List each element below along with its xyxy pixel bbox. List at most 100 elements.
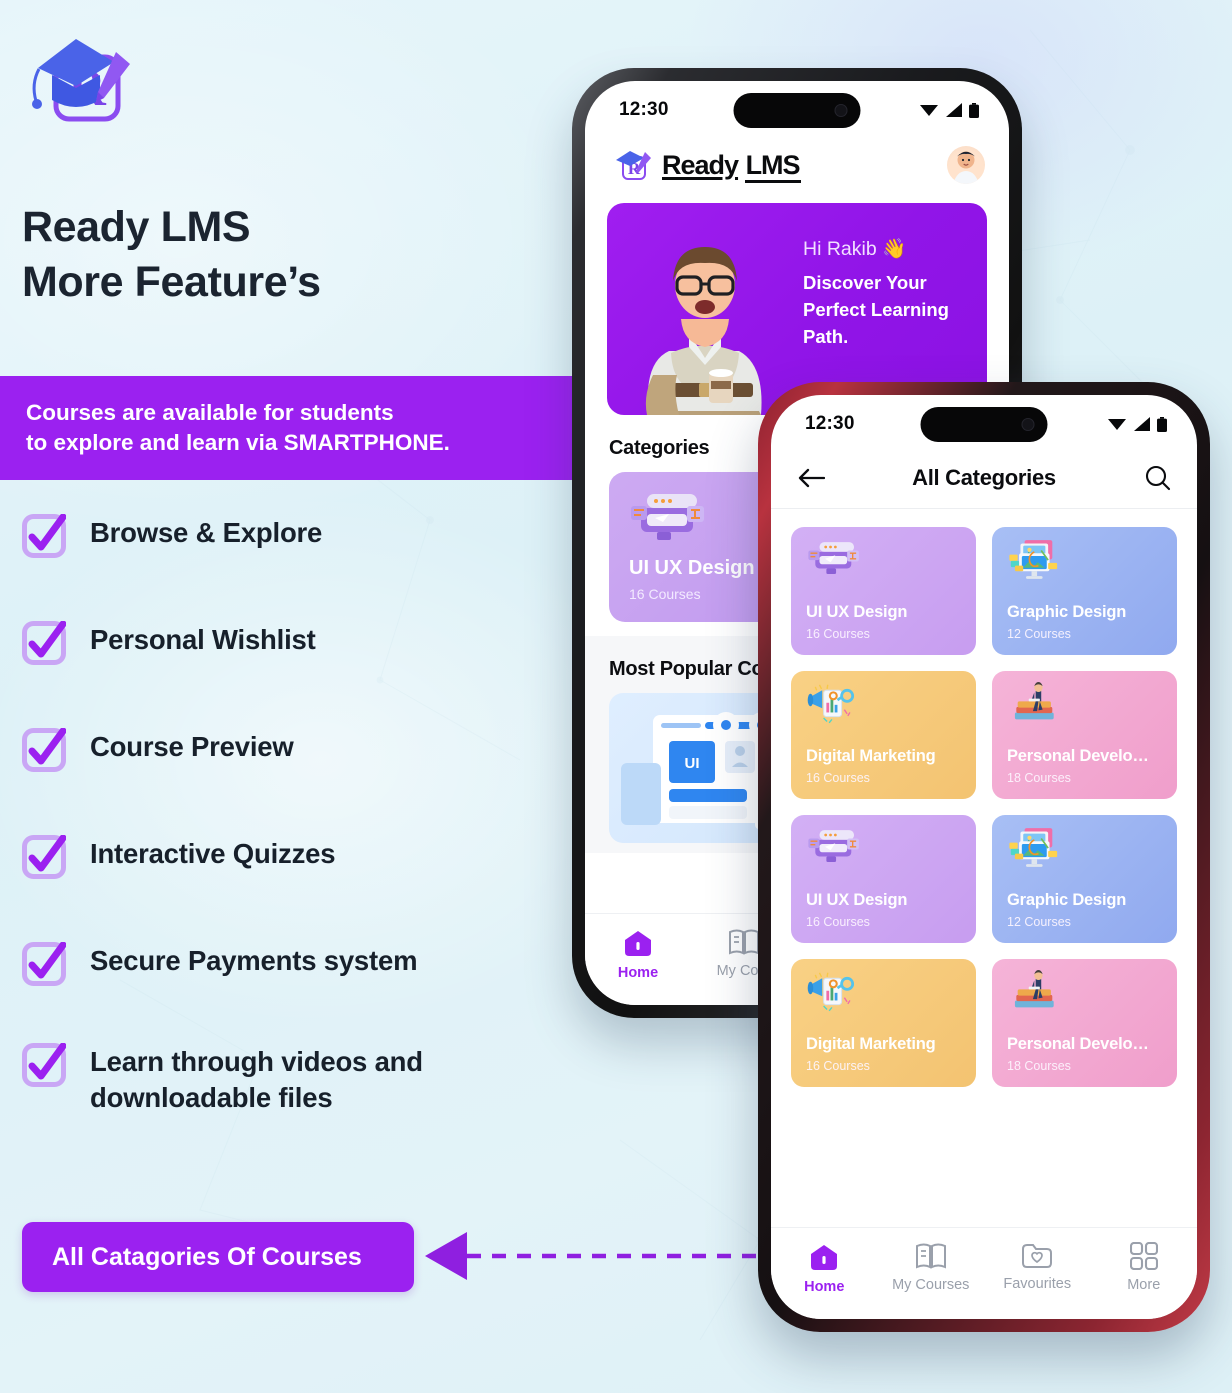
category-card-count: 12 Courses [1007,915,1071,929]
tab-favourites[interactable]: Favourites [984,1242,1091,1292]
status-icons [920,102,979,118]
personal-development-icon [1008,682,1062,732]
phone-screen-categories: 12:30 All Categories UI UX Design 16 Cou… [771,395,1197,1319]
checkbox-checked-icon [22,834,67,879]
feature-label: Secure Payments system [90,940,418,979]
digital-marketing-icon [807,684,855,724]
category-card-name: Digital Marketing [806,1035,936,1053]
checkbox-checked-icon [22,620,67,665]
category-card-name: UI UX Design [806,603,908,621]
bottom-tab-bar: Home My Courses Favourites More [771,1227,1197,1319]
category-card[interactable]: Digital Marketing 16 Courses [791,671,976,799]
feature-item: Personal Wishlist [22,619,582,665]
feature-label-line-1: Course Preview [90,731,294,762]
avatar-face-icon [953,151,979,184]
checkbox-checked-icon [22,1042,67,1087]
graphic-design-icon [1008,538,1062,588]
tab-home[interactable]: Home [771,1242,878,1295]
tab-more[interactable]: More [1091,1242,1198,1293]
feature-label: Learn through videos and downloadable fi… [90,1041,423,1116]
category-card-name: Graphic Design [1007,891,1127,909]
subtitle-banner: Courses are available for students to ex… [0,376,572,480]
grid-icon [1129,1242,1158,1270]
signal-icon [946,103,962,117]
all-categories-cta-button[interactable]: All Catagories Of Courses [22,1222,414,1292]
category-card-name: Personal Develo… [1007,1035,1149,1053]
ready-lms-logo-icon: R [32,39,130,122]
user-avatar[interactable] [947,146,985,184]
app-header: R Ready LMS [585,133,1009,197]
status-clock: 12:30 [619,99,669,120]
category-card-count: 18 Courses [1007,771,1071,785]
status-clock: 12:30 [805,413,855,434]
category-card-name: UI UX Design [806,891,908,909]
feature-label-line-1: Secure Payments system [90,945,418,976]
category-card-count: 16 Courses [806,771,870,785]
book-icon [915,1243,946,1269]
brand-first-word: Ready [662,149,739,180]
tab-home-label: Home [804,1279,845,1295]
hero-tagline-l1: Discover Your [803,272,927,293]
checkbox-checked-icon [22,941,67,986]
ui-ux-design-icon [807,826,861,876]
category-card[interactable]: Graphic Design 12 Courses [992,815,1177,943]
category-card-name: Graphic Design [1007,603,1127,621]
hero-text: Hi Rakib 👋 Discover Your Perfect Learnin… [803,237,973,350]
checkbox-checked-icon [22,513,67,558]
category-card[interactable]: Digital Marketing 16 Courses [791,959,976,1087]
checkbox-checked-icon [22,941,67,986]
hero-greeting: Hi Rakib 👋 [803,238,907,260]
checkbox-checked-icon [22,513,67,558]
front-camera-icon [1021,418,1035,431]
brand-second-word: LMS [744,149,801,183]
battery-icon [1157,416,1167,432]
headline-line-2: More Feature’s [22,258,321,307]
tab-home-label: Home [617,965,659,981]
feature-label: Browse & Explore [90,512,322,551]
hero-tagline-l2: Perfect Learning [803,298,949,320]
digital-marketing-icon [807,970,861,1020]
categories-grid: UI UX Design 16 Courses Graphic Design 1… [771,509,1197,1087]
hero-tagline: Discover Your Perfect Learning Path. [803,270,973,350]
ui-ux-design-icon [807,538,861,588]
ui-ux-design-icon [631,494,704,540]
category-card[interactable]: Personal Develo… 18 Courses [992,671,1177,799]
book-icon [729,929,759,955]
category-card-name: Personal Develo… [1007,747,1149,765]
page-title: All Categories [912,464,1056,490]
feature-item: Learn through videos and downloadable fi… [22,1041,582,1116]
category-card-name: Digital Marketing [806,747,936,765]
banner-line-1: Courses are available for students [26,400,394,426]
checkbox-checked-icon [22,620,67,665]
category-card-count: 16 Courses [629,586,701,602]
category-card[interactable]: Personal Develo… 18 Courses [992,959,1177,1087]
battery-icon [969,102,979,118]
feature-label-line-1: Interactive Quizzes [90,838,336,869]
checkbox-checked-icon [22,834,67,879]
tab-my-courses-label: My Courses [892,1277,970,1293]
checkbox-checked-icon [22,1042,67,1087]
wifi-icon [1108,419,1126,430]
personal-development-icon [1014,970,1054,1008]
back-arrow-icon[interactable] [797,468,825,488]
tab-my-courses[interactable]: My Courses [878,1242,985,1293]
category-card[interactable]: UI UX Design 16 Courses [791,815,976,943]
status-bar: 12:30 [585,81,1009,133]
feature-label-line-2: downloadable files [90,1081,333,1113]
tab-more-label: More [1127,1277,1161,1293]
signal-icon [1134,417,1150,431]
checkbox-checked-icon [22,727,67,772]
feature-item: Browse & Explore [22,512,582,558]
category-card[interactable]: UI UX Design 16 Courses [791,527,976,655]
tab-home[interactable]: Home [585,928,691,981]
home-icon [625,931,651,956]
search-icon[interactable] [1145,465,1171,491]
feature-label: Interactive Quizzes [90,833,336,872]
feature-label: Personal Wishlist [90,619,316,658]
category-card-count: 12 Courses [1007,627,1071,641]
category-card[interactable]: Graphic Design 12 Courses [992,527,1177,655]
phone-mockup-categories: 12:30 All Categories UI UX Design 16 Cou… [758,382,1210,1332]
status-bar: 12:30 [771,395,1197,447]
dynamic-island [920,407,1048,442]
category-card-count: 16 Courses [806,915,870,929]
